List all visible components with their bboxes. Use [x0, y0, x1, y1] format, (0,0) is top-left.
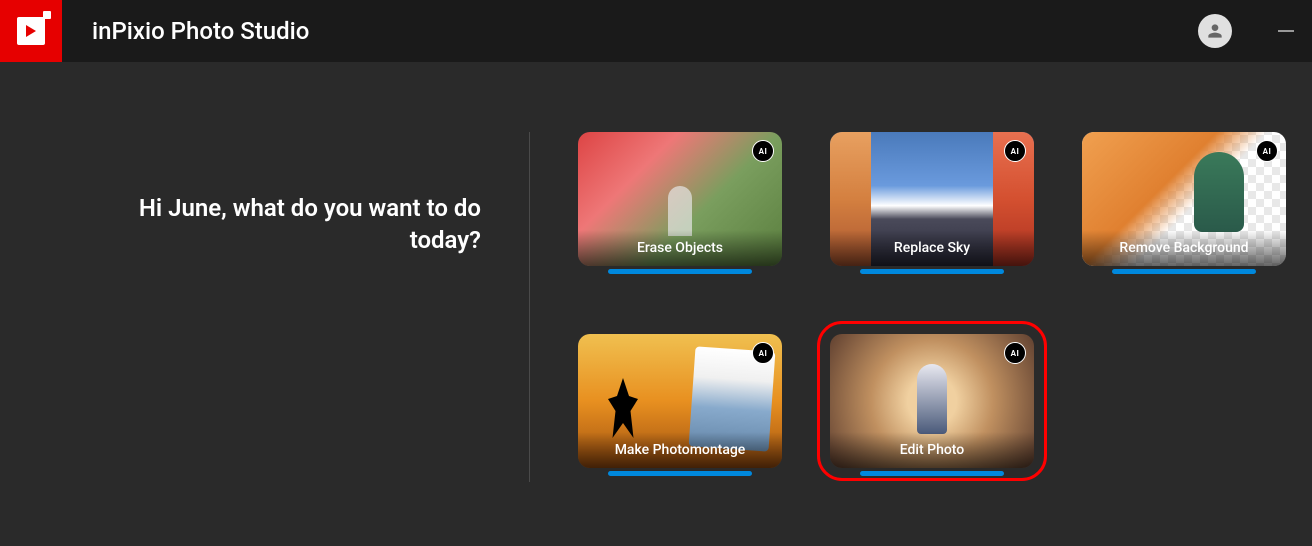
- card-make-photomontage[interactable]: AI Make Photomontage: [578, 334, 782, 468]
- app-logo[interactable]: [0, 0, 62, 62]
- main-content: Hi June, what do you want to do today? A…: [0, 62, 1312, 482]
- ai-badge-icon: AI: [1004, 140, 1026, 162]
- play-icon: [17, 17, 45, 45]
- greeting-text: Hi June, what do you want to do today?: [100, 192, 481, 257]
- card-remove-background[interactable]: AI Remove Background: [1082, 132, 1286, 266]
- card-accent: [1112, 269, 1256, 274]
- app-title: inPixio Photo Studio: [92, 17, 309, 45]
- account-button[interactable]: [1198, 14, 1232, 48]
- ai-badge-icon: AI: [1004, 342, 1026, 364]
- greeting-section: Hi June, what do you want to do today?: [0, 132, 530, 482]
- person-icon: [1205, 21, 1225, 41]
- card-accent: [860, 269, 1004, 274]
- minimize-button[interactable]: [1278, 30, 1294, 32]
- card-accent: [608, 269, 752, 274]
- card-accent: [608, 471, 752, 476]
- ai-badge-icon: AI: [752, 342, 774, 364]
- ai-badge-icon: AI: [752, 140, 774, 162]
- card-edit-photo[interactable]: AI Edit Photo: [830, 334, 1034, 468]
- card-accent: [860, 471, 1004, 476]
- header: inPixio Photo Studio: [0, 0, 1312, 62]
- card-erase-objects[interactable]: AI Erase Objects: [578, 132, 782, 266]
- cards-grid: AI Erase Objects AI Replace Sky AI Remov…: [530, 132, 1286, 482]
- card-replace-sky[interactable]: AI Replace Sky: [830, 132, 1034, 266]
- ai-badge-icon: AI: [1256, 140, 1278, 162]
